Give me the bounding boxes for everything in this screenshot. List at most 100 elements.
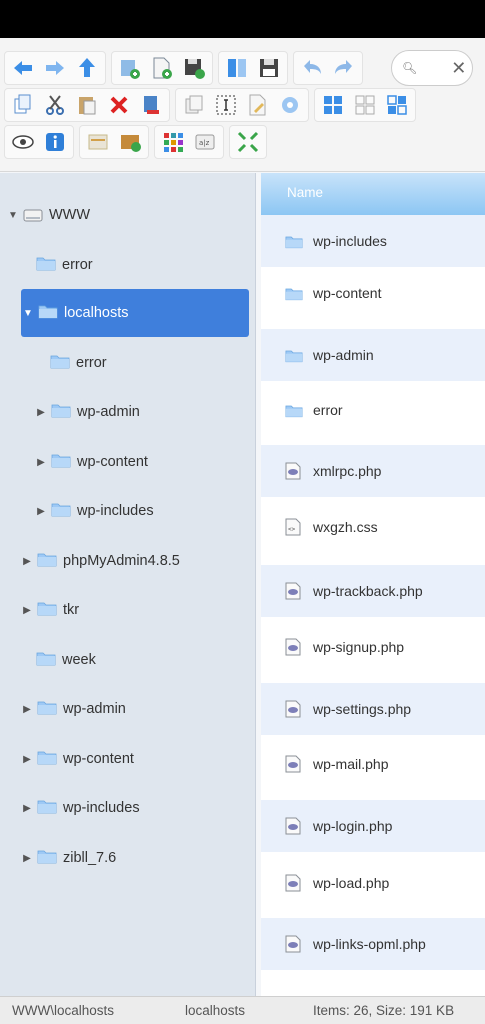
tree-item-label: wp-admin: [63, 701, 126, 717]
list-item[interactable]: <> wxgzh.css: [261, 501, 485, 553]
folder-tree: ▼ WWW error ▼ localhosts error ▶ wp-admin ▶ wp-…: [0, 173, 256, 996]
toolbar-row-1: [4, 50, 368, 86]
expand-arrow-icon[interactable]: ▶: [34, 457, 48, 468]
preview-button[interactable]: [8, 128, 38, 156]
list-item[interactable]: wp-signup.php: [261, 621, 485, 673]
save-button[interactable]: [254, 54, 284, 82]
php-file-icon: [285, 755, 303, 773]
select-button[interactable]: [211, 91, 241, 119]
info-icon: [46, 133, 64, 151]
list-item[interactable]: error: [261, 384, 485, 436]
php-file-icon: [285, 817, 303, 835]
tree-item-label: wp-content: [77, 454, 148, 470]
new-file-button[interactable]: [147, 54, 177, 82]
file-name: wp-mail.php: [313, 756, 389, 772]
list-item[interactable]: wp-includes: [261, 215, 485, 267]
extract-button[interactable]: [115, 128, 145, 156]
php-file-icon: [285, 874, 303, 892]
back-icon: [14, 61, 32, 75]
list-view-button[interactable]: [382, 91, 412, 119]
up-button[interactable]: [72, 54, 102, 82]
copy-icon: [14, 94, 31, 114]
expand-arrow-icon[interactable]: ▶: [20, 754, 34, 765]
grid-view-button[interactable]: [158, 128, 188, 156]
up-icon: [79, 58, 95, 77]
collapse-arrow-icon[interactable]: ▼: [21, 308, 35, 319]
tree-item-label: zibll_7.6: [63, 850, 117, 866]
tree-item[interactable]: ▶ zibll_7.6: [20, 834, 116, 882]
expand-arrow-icon[interactable]: ▶: [20, 556, 34, 567]
list-item[interactable]: wp-content: [261, 267, 485, 319]
expand-arrow-icon[interactable]: ▶: [20, 605, 34, 616]
tree-item[interactable]: ▶ wp-content: [34, 438, 148, 486]
sort-button[interactable]: a|z: [190, 128, 220, 156]
new-folder-button[interactable]: [115, 54, 145, 82]
fullscreen-button[interactable]: [233, 128, 263, 156]
info-button[interactable]: [40, 128, 70, 156]
collapse-arrow-icon[interactable]: ▼: [6, 210, 20, 221]
expand-arrow-icon[interactable]: ▶: [34, 506, 48, 517]
list-item[interactable]: wp-load.php: [261, 857, 485, 909]
delete-button[interactable]: [104, 91, 134, 119]
tree-item[interactable]: ▶ phpMyAdmin4.8.5: [20, 537, 180, 585]
toolbar-group: [229, 125, 267, 159]
duplicate-button[interactable]: [179, 91, 209, 119]
expand-arrow-icon[interactable]: ▶: [20, 803, 34, 814]
tree-item[interactable]: error: [36, 241, 93, 289]
edit-icon: [249, 94, 266, 116]
small-icons-view-button[interactable]: [350, 91, 380, 119]
large-icons-view-button[interactable]: [318, 91, 348, 119]
folder-icon: [38, 303, 58, 323]
folder-icon: [285, 348, 303, 363]
expand-arrow-icon[interactable]: ▶: [20, 704, 34, 715]
redo-icon: [335, 60, 352, 74]
redo-button[interactable]: [329, 54, 359, 82]
save-as-button[interactable]: [179, 54, 209, 82]
tree-item[interactable]: ▶ wp-content: [20, 735, 134, 783]
tree-root[interactable]: ▼ WWW: [6, 191, 90, 239]
tree-item[interactable]: ▼ localhosts: [21, 289, 249, 337]
toolbar: a|z 🔍︎ ✕: [0, 38, 485, 172]
tree-item[interactable]: ▶ wp-includes: [34, 487, 153, 535]
properties-button[interactable]: [275, 91, 305, 119]
list-item[interactable]: xmlrpc.php: [261, 445, 485, 497]
paste-button[interactable]: [72, 91, 102, 119]
large-icons-view-icon: [324, 96, 342, 114]
edit-button[interactable]: [243, 91, 273, 119]
tree-item[interactable]: ▶ tkr: [20, 586, 79, 634]
list-item[interactable]: wp-mail.php: [261, 738, 485, 790]
tree-item[interactable]: ▶ wp-includes: [20, 784, 139, 832]
list-item[interactable]: wp-admin: [261, 329, 485, 381]
expand-arrow-icon[interactable]: ▶: [34, 407, 48, 418]
folder-icon: [51, 402, 71, 422]
folder-icon: [51, 501, 71, 521]
close-icon[interactable]: ✕: [451, 58, 466, 79]
status-current-folder: localhosts: [185, 1003, 246, 1018]
search-box[interactable]: 🔍︎ ✕: [391, 50, 473, 86]
preview-icon: [12, 135, 34, 149]
list-item[interactable]: wp-trackback.php: [261, 565, 485, 617]
cut-button[interactable]: [40, 91, 70, 119]
properties-icon: [282, 97, 298, 113]
tree-item[interactable]: error: [50, 339, 107, 387]
list-item[interactable]: wp-login.php: [261, 800, 485, 852]
php-file-icon: [285, 638, 303, 656]
split-view-button[interactable]: [222, 54, 252, 82]
file-name: xmlrpc.php: [313, 463, 382, 479]
save-as-icon: [185, 59, 205, 79]
expand-arrow-icon[interactable]: ▶: [20, 853, 34, 864]
tree-item[interactable]: ▶ wp-admin: [34, 388, 140, 436]
list-item[interactable]: wp-settings.php: [261, 683, 485, 735]
column-header-name[interactable]: Name: [261, 173, 485, 215]
undo-button[interactable]: [297, 54, 327, 82]
tree-item[interactable]: week: [36, 636, 96, 684]
tree-item[interactable]: ▶ wp-admin: [20, 685, 126, 733]
rename-button[interactable]: [136, 91, 166, 119]
forward-button[interactable]: [40, 54, 70, 82]
svg-text:<>: <>: [288, 526, 296, 533]
back-button[interactable]: [8, 54, 38, 82]
archive-button[interactable]: [83, 128, 113, 156]
search-input[interactable]: [417, 61, 452, 75]
copy-button[interactable]: [8, 91, 38, 119]
list-item[interactable]: wp-links-opml.php: [261, 918, 485, 970]
